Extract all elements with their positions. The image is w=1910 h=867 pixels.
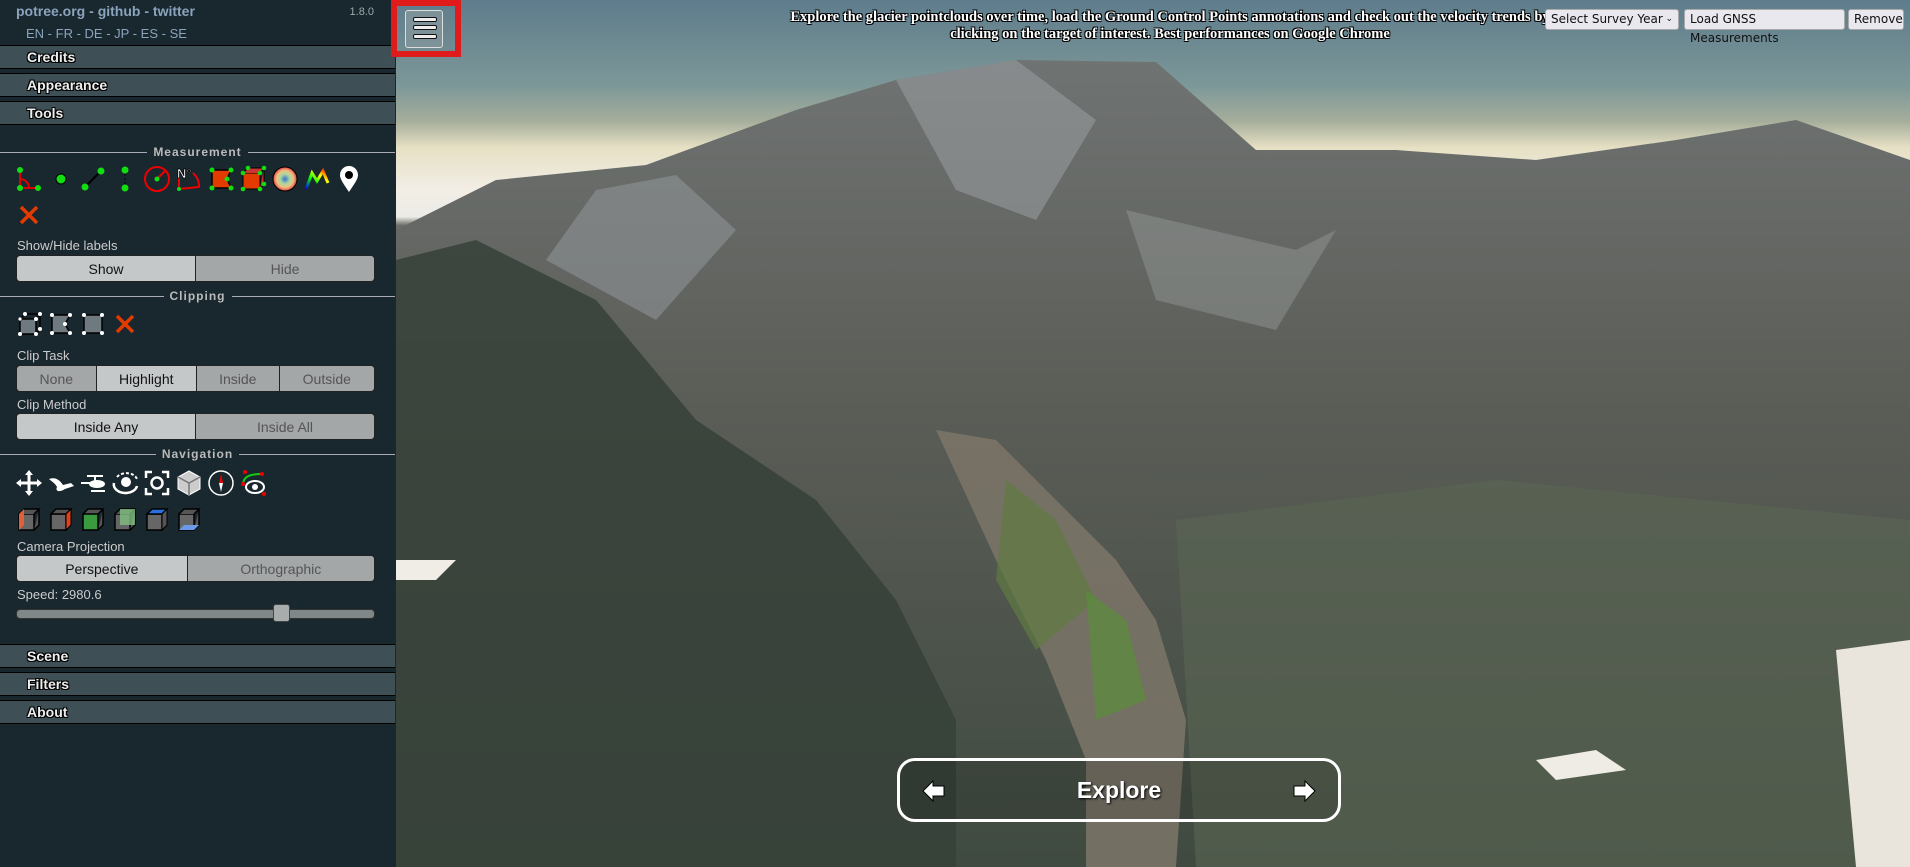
measurement-divider: Measurement — [0, 145, 395, 159]
lang-en[interactable]: EN — [26, 26, 44, 41]
labels-label: Show/Hide labels — [17, 238, 118, 253]
orthographic-button[interactable]: Orthographic — [187, 556, 374, 581]
clip-task-selector: None Highlight Inside Outside — [16, 365, 375, 392]
remove-button[interactable]: Remove — [1848, 9, 1904, 30]
hide-labels-button[interactable]: Hide — [196, 256, 374, 281]
volume-icon[interactable] — [238, 164, 267, 193]
clip-task-label: Clip Task — [17, 348, 70, 363]
navigation-controls — [14, 468, 267, 497]
chevron-down-icon: ⌄ — [1665, 14, 1673, 24]
lang-jp[interactable]: JP — [114, 26, 129, 41]
speed-slider-thumb[interactable] — [273, 604, 291, 622]
section-credits[interactable]: Credits — [0, 45, 395, 69]
navigation-title: Navigation — [155, 447, 240, 461]
front-view-icon[interactable] — [78, 505, 107, 534]
orbit-control-icon[interactable] — [110, 468, 139, 497]
distance-icon[interactable] — [78, 164, 107, 193]
lang-es[interactable]: ES — [141, 26, 158, 41]
camera-projection-selector: Perspective Orthographic — [16, 555, 375, 582]
clip-method-label: Clip Method — [17, 397, 87, 412]
helicopter-control-icon[interactable] — [78, 468, 107, 497]
clipping-divider: Clipping — [0, 289, 395, 303]
link-github[interactable]: github — [98, 3, 141, 19]
clip-screen-box-icon[interactable] — [78, 309, 107, 338]
section-appearance[interactable]: Appearance — [0, 73, 395, 97]
survey-year-select[interactable]: Select Survey Year ⌄ — [1545, 9, 1679, 30]
language-links: EN - FR - DE - JP - ES - SE — [26, 26, 187, 41]
clipping-tools — [14, 309, 139, 338]
clip-task-highlight[interactable]: Highlight — [96, 366, 197, 391]
clipping-title: Clipping — [163, 289, 232, 303]
view-presets — [14, 505, 203, 534]
earth-control-icon[interactable] — [14, 468, 43, 497]
lang-se[interactable]: SE — [170, 26, 187, 41]
navigation-cube-icon[interactable] — [174, 468, 203, 497]
clip-task-inside[interactable]: Inside — [197, 366, 280, 391]
navigation-divider: Navigation — [0, 447, 395, 461]
show-labels-button[interactable]: Show — [17, 256, 196, 281]
section-filters[interactable]: Filters — [0, 672, 395, 696]
camera-projection-label: Camera Projection — [17, 539, 125, 554]
explore-title: Explore — [1076, 777, 1162, 803]
clip-task-outside[interactable]: Outside — [279, 366, 374, 391]
point-cloud-viewport[interactable] — [396, 0, 1910, 867]
link-potree[interactable]: potree.org — [16, 3, 85, 19]
left-view-icon[interactable] — [14, 505, 43, 534]
measurement-tools-row2 — [14, 200, 43, 229]
height-icon[interactable] — [110, 164, 139, 193]
lang-fr[interactable]: FR — [56, 26, 73, 41]
full-extent-icon[interactable] — [142, 468, 171, 497]
remove-all-measurements-icon[interactable] — [14, 200, 43, 229]
measurement-tools: N° — [14, 164, 363, 193]
clip-task-none[interactable]: None — [17, 366, 97, 391]
menu-toggle-button[interactable] — [391, 0, 461, 57]
height-profile-icon[interactable] — [302, 164, 331, 193]
svg-text:N°: N° — [177, 166, 192, 181]
circle-icon[interactable] — [142, 164, 171, 193]
back-view-icon[interactable] — [110, 505, 139, 534]
clip-method-selector: Inside Any Inside All — [16, 413, 375, 440]
section-tools[interactable]: Tools — [0, 101, 395, 125]
area-icon[interactable] — [206, 164, 235, 193]
clip-volume-icon[interactable] — [14, 309, 43, 338]
survey-year-select-value: Select Survey Year — [1551, 12, 1663, 26]
speed-label: Speed: 2980.6 — [17, 587, 102, 602]
section-scene[interactable]: Scene — [0, 644, 395, 668]
compass-icon[interactable] — [206, 468, 235, 497]
measurement-title: Measurement — [147, 145, 248, 159]
remove-all-clipping-icon[interactable] — [110, 309, 139, 338]
brand-links: potree.org - github - twitter — [16, 3, 195, 19]
load-gnss-button[interactable]: Load GNSS Measurements — [1684, 9, 1845, 45]
annotation-marker-icon[interactable] — [334, 164, 363, 193]
version-label: 1.8.0 — [349, 6, 374, 18]
link-twitter[interactable]: twitter — [153, 3, 195, 19]
labels-toggle: Show Hide — [16, 255, 375, 282]
right-view-icon[interactable] — [46, 505, 75, 534]
camera-animation-icon[interactable] — [238, 468, 267, 497]
clip-method-inside-any[interactable]: Inside Any — [17, 414, 196, 439]
instructions-headline: Explore the glacier pointclouds over tim… — [790, 9, 1550, 42]
hamburger-icon — [405, 10, 443, 48]
fly-control-icon[interactable] — [46, 468, 75, 497]
top-view-icon[interactable] — [142, 505, 171, 534]
explore-panel: Explore — [897, 758, 1341, 822]
next-arrow-icon[interactable] — [1292, 779, 1316, 803]
clip-method-inside-all[interactable]: Inside All — [196, 414, 374, 439]
glacier-scene — [396, 60, 1910, 867]
angle-icon[interactable] — [14, 164, 43, 193]
bottom-view-icon[interactable] — [174, 505, 203, 534]
speed-slider[interactable] — [16, 604, 375, 622]
sidebar: potree.org - github - twitter 1.8.0 EN -… — [0, 0, 396, 867]
point-icon[interactable] — [46, 164, 75, 193]
sphere-volume-icon[interactable] — [270, 164, 299, 193]
perspective-button[interactable]: Perspective — [17, 556, 188, 581]
azimuth-icon[interactable]: N° — [174, 164, 203, 193]
lang-de[interactable]: DE — [85, 26, 103, 41]
clip-polygon-icon[interactable] — [46, 309, 75, 338]
section-about[interactable]: About — [0, 700, 395, 724]
